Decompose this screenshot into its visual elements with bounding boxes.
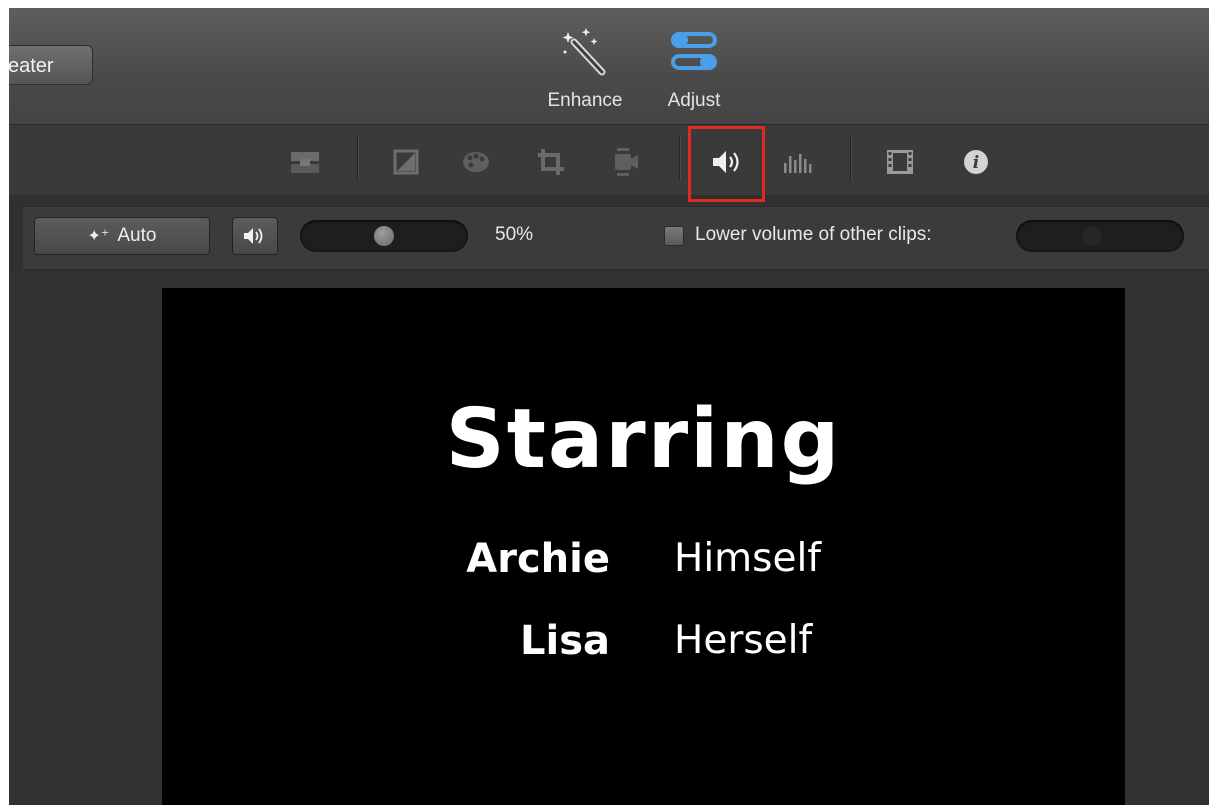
- speed-icon[interactable]: [883, 147, 917, 177]
- clip-info-icon[interactable]: i: [959, 147, 993, 177]
- sparkle-icon: ✦⁺: [87, 228, 110, 245]
- credit-name: Herself: [674, 618, 813, 663]
- video-viewer[interactable]: Starring Archie Himself Lisa Herself: [162, 288, 1125, 805]
- credit-role: Archie: [466, 536, 610, 582]
- lower-volume-checkbox[interactable]: [664, 226, 684, 246]
- enhance-label: Enhance: [547, 90, 623, 111]
- toolbar-divider: [679, 135, 680, 181]
- lower-volume-slider-knob[interactable]: [1082, 226, 1102, 246]
- adjust-sliders-icon: [671, 32, 717, 70]
- selected-tool-highlight: [688, 126, 765, 202]
- auto-volume-button[interactable]: ✦⁺ Auto: [34, 217, 210, 255]
- adjust-label: Adjust: [667, 90, 721, 111]
- noise-reduction-equalizer-icon[interactable]: [781, 147, 815, 177]
- title-text: Starring: [445, 392, 842, 487]
- toolbar-divider: [850, 135, 851, 181]
- credit-name: Himself: [674, 536, 822, 581]
- color-balance-icon[interactable]: [389, 147, 423, 177]
- color-correction-icon[interactable]: [459, 147, 493, 177]
- lower-volume-label: Lower volume of other clips:: [695, 224, 932, 245]
- magic-wand-icon: [562, 28, 606, 76]
- volume-slider[interactable]: [300, 220, 468, 252]
- enhance-button[interactable]: Enhance: [537, 26, 633, 114]
- clip-filter-icon[interactable]: [288, 147, 322, 177]
- crop-icon[interactable]: [534, 147, 568, 177]
- volume-percentage: 50%: [495, 224, 534, 245]
- lower-volume-slider[interactable]: [1016, 220, 1184, 252]
- imovie-window: eater Enhance Adjust i ✦⁺ Auto 50% Lower…: [9, 8, 1209, 805]
- adjust-button[interactable]: Adjust: [646, 26, 742, 114]
- toolbar-divider: [357, 135, 358, 181]
- stabilization-icon[interactable]: [607, 147, 641, 177]
- auto-label: Auto: [117, 225, 157, 246]
- top-toolbar: eater Enhance Adjust: [9, 8, 1209, 125]
- volume-slider-knob[interactable]: [374, 226, 394, 246]
- viewer-area: Starring Archie Himself Lisa Herself: [9, 270, 1209, 805]
- volume-controls: ✦⁺ Auto 50% Lower volume of other clips:: [23, 206, 1209, 270]
- svg-text:i: i: [973, 153, 979, 173]
- speaker-icon: [244, 228, 263, 244]
- credit-role: Lisa: [520, 618, 610, 664]
- theater-button[interactable]: eater: [9, 45, 93, 85]
- mute-button[interactable]: [232, 217, 278, 255]
- adjust-tools-bar: i: [9, 125, 1209, 202]
